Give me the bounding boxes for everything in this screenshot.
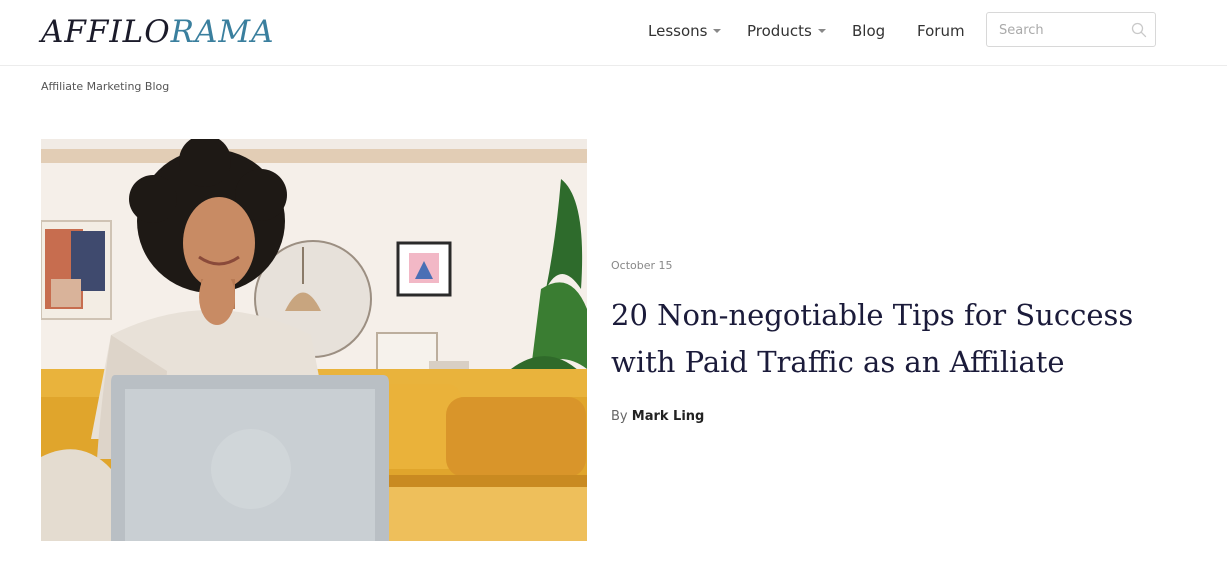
article-title[interactable]: 20 Non-negotiable Tips for Success with … [611, 292, 1171, 386]
search-icon[interactable] [1131, 22, 1147, 38]
nav-label-lessons: Lessons [648, 22, 708, 40]
nav-item-blog[interactable]: Blog [852, 19, 885, 43]
byline-prefix: By [611, 409, 628, 424]
nav-item-lessons[interactable]: Lessons [648, 19, 722, 43]
article-hero-image[interactable] [41, 139, 587, 541]
article-date: October 15 [611, 259, 673, 272]
logo-part-2: RAMA [170, 14, 275, 50]
nav-label-forum: Forum [917, 22, 965, 40]
logo-part-1: AFFILO [41, 14, 171, 50]
site-logo[interactable]: AFFILORAMA [41, 12, 275, 52]
search-box [986, 12, 1156, 47]
hero-illustration [41, 139, 587, 541]
nav-label-blog: Blog [852, 22, 886, 40]
author-link[interactable]: Mark Ling [632, 409, 705, 424]
nav-item-forum[interactable]: Forum [917, 19, 965, 43]
caret-down-icon [713, 28, 722, 33]
nav-item-products[interactable]: Products [747, 19, 826, 43]
search-input[interactable] [999, 21, 1119, 39]
nav-label-products: Products [747, 22, 812, 40]
caret-down-icon [817, 28, 826, 33]
site-header: AFFILORAMA Lessons Products Blog Forum [0, 0, 1227, 66]
breadcrumb[interactable]: Affiliate Marketing Blog [41, 80, 169, 94]
article-byline: By Mark Ling [611, 409, 704, 425]
